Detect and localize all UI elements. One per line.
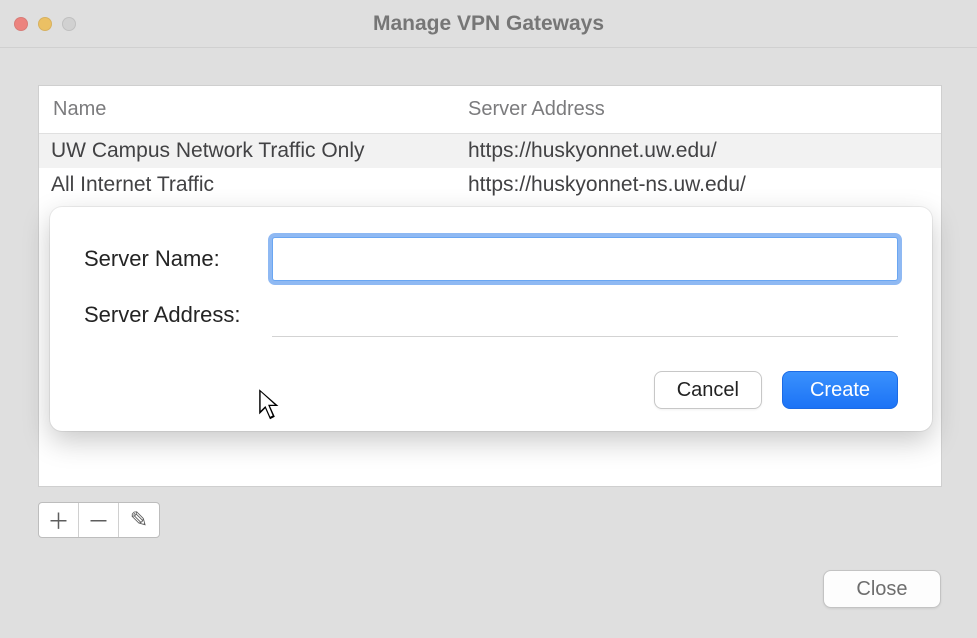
cell-address: https://huskyonnet.uw.edu/ <box>454 139 941 163</box>
sheet-button-bar: Cancel Create <box>654 371 898 409</box>
close-window-button[interactable] <box>14 17 28 31</box>
remove-button[interactable]: － <box>79 503 119 537</box>
table-row[interactable]: All Internet Traffic https://huskyonnet-… <box>39 168 941 202</box>
edit-button[interactable]: ✎ <box>119 503 159 537</box>
minimize-window-button[interactable] <box>38 17 52 31</box>
label-server-name: Server Name: <box>84 246 272 272</box>
row-server-name: Server Name: <box>84 237 898 281</box>
table-row[interactable]: UW Campus Network Traffic Only https://h… <box>39 134 941 168</box>
table-body: UW Campus Network Traffic Only https://h… <box>39 134 941 202</box>
cell-address: https://huskyonnet-ns.uw.edu/ <box>454 173 941 197</box>
cancel-button[interactable]: Cancel <box>654 371 762 409</box>
minus-icon: － <box>87 504 109 536</box>
plus-icon: ＋ <box>47 504 69 536</box>
zoom-window-button[interactable] <box>62 17 76 31</box>
create-button[interactable]: Create <box>782 371 898 409</box>
window-title: Manage VPN Gateways <box>373 12 604 36</box>
titlebar: Manage VPN Gateways <box>0 0 977 48</box>
label-server-address: Server Address: <box>84 302 272 328</box>
server-name-input[interactable] <box>272 237 898 281</box>
traffic-lights <box>14 17 76 31</box>
pencil-icon: ✎ <box>130 507 148 533</box>
add-button[interactable]: ＋ <box>39 503 79 537</box>
col-header-name[interactable]: Name <box>39 98 454 121</box>
new-gateway-sheet: Server Name: Server Address: Cancel Crea… <box>50 207 932 431</box>
close-button[interactable]: Close <box>823 570 941 608</box>
cell-name: UW Campus Network Traffic Only <box>39 139 454 163</box>
col-header-address[interactable]: Server Address <box>454 98 941 121</box>
table-toolbar: ＋ － ✎ <box>38 502 160 538</box>
server-address-input[interactable] <box>272 299 898 337</box>
cell-name: All Internet Traffic <box>39 173 454 197</box>
row-server-address: Server Address: <box>84 293 898 337</box>
table-header: Name Server Address <box>39 86 941 134</box>
